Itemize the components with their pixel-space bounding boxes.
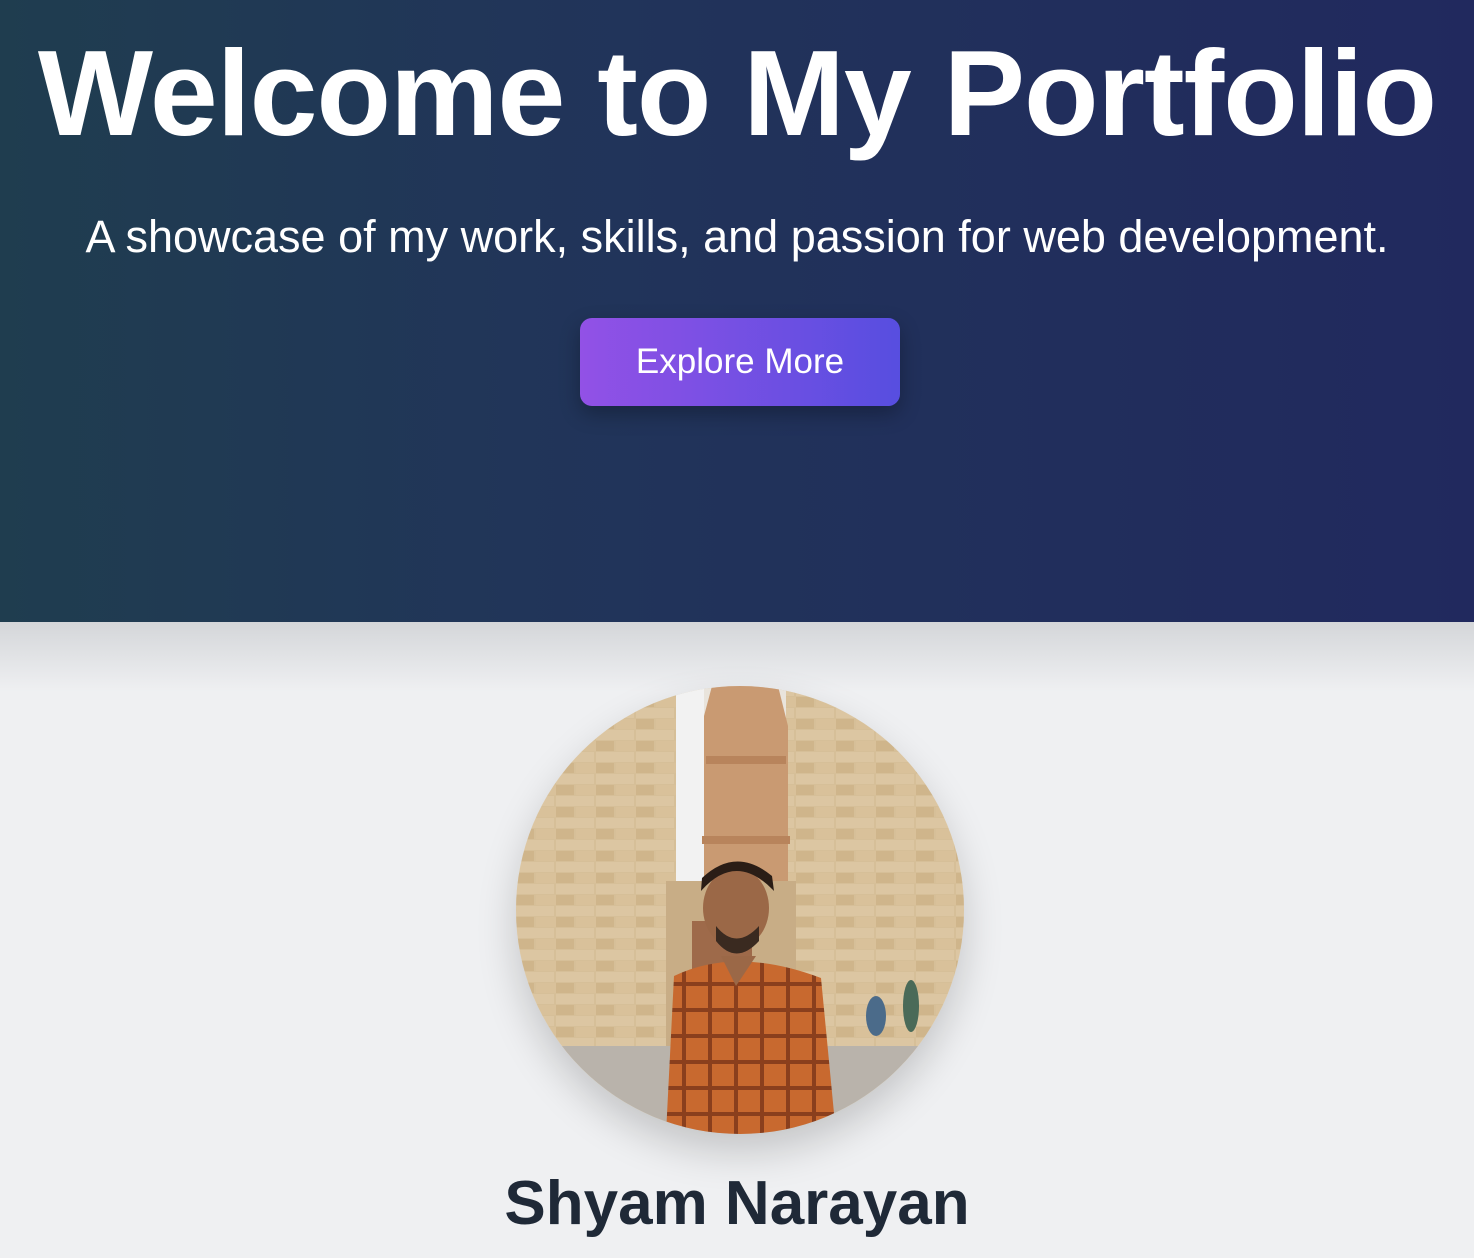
hero-title: Welcome to My Portfolio (37, 25, 1437, 161)
explore-more-button[interactable]: Explore More (580, 318, 900, 406)
profile-section: Shyam Narayan (0, 622, 1474, 1258)
profile-photo (516, 686, 964, 1134)
hero-subtitle: A showcase of my work, skills, and passi… (85, 211, 1389, 262)
hero-section: Welcome to My Portfolio A showcase of my… (0, 0, 1474, 622)
profile-name: Shyam Narayan (504, 1169, 970, 1238)
profile-photo-illustration (516, 686, 964, 1134)
